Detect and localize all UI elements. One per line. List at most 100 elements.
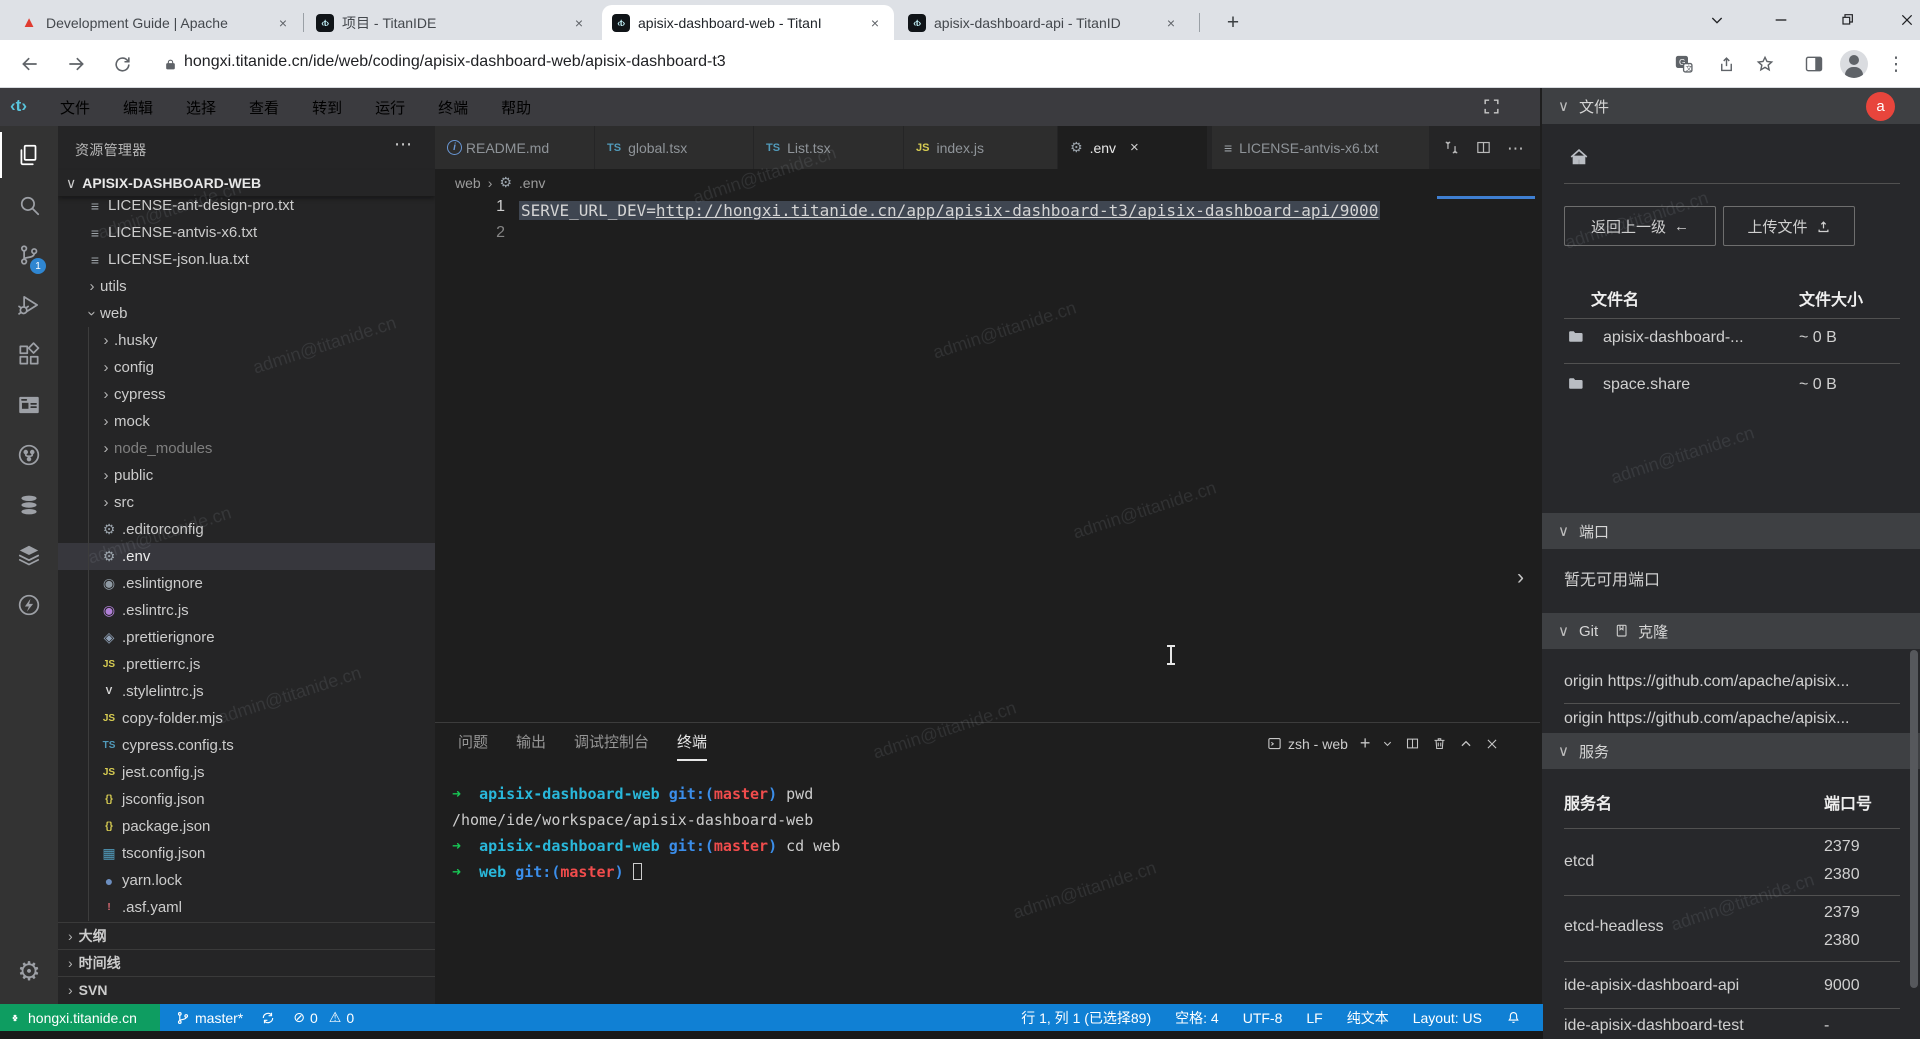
tab-close-icon[interactable]: × — [1162, 15, 1180, 31]
editor-tab-LICENSE-antvis-x6.txt[interactable]: ≡LICENSE-antvis-x6.txt — [1212, 126, 1430, 169]
terminal-dropdown-chevron-icon[interactable] — [1382, 738, 1393, 749]
browser-tab[interactable]: ‹t›apisix-dashboard-web - TitanI× — [602, 5, 894, 40]
tree-file-LICENSE-antvis-x6.txt[interactable]: ≡LICENSE-antvis-x6.txt — [58, 219, 435, 246]
section-ports-header[interactable]: ∨端口 — [1542, 513, 1920, 549]
editor-tab-index.js[interactable]: JSindex.js — [904, 126, 1058, 169]
sync-icon[interactable] — [261, 1011, 275, 1025]
tree-file-.eslintrc.js[interactable]: ◉.eslintrc.js — [58, 597, 435, 624]
tree-file-package.json[interactable]: {}package.json — [58, 813, 435, 840]
tree-file-.prettierignore[interactable]: ◈.prettierignore — [58, 624, 435, 651]
kill-terminal-trash-icon[interactable] — [1432, 736, 1447, 751]
browser-tab[interactable]: ▲Development Guide | Apache× — [10, 5, 302, 40]
tree-file-yarn.lock[interactable]: ●yarn.lock — [58, 867, 435, 894]
git-remote-row[interactable]: origin https://github.com/apache/apisix.… — [1564, 673, 1850, 691]
file-row-name[interactable]: apisix-dashboard-... — [1603, 329, 1744, 347]
editor-tab-global.tsx[interactable]: TSglobal.tsx — [595, 126, 754, 169]
menu-item[interactable]: 编辑 — [119, 95, 157, 120]
menu-item[interactable]: 转到 — [308, 95, 346, 120]
back-icon[interactable] — [18, 52, 42, 76]
language-mode-status[interactable]: 纯文本 — [1347, 1008, 1389, 1028]
tab-search-icon[interactable] — [1700, 4, 1734, 36]
eol-status[interactable]: LF — [1306, 1010, 1322, 1026]
tree-file-LICENSE-ant-design-pro.txt[interactable]: ≡LICENSE-ant-design-pro.txt — [58, 192, 435, 219]
editor-tab-README.md[interactable]: i README.md — [435, 126, 595, 169]
terminal-output[interactable]: ➜ apisix-dashboard-web git:(master) pwd/… — [452, 781, 840, 885]
breadcrumb-folder[interactable]: web — [455, 175, 481, 191]
tree-file-tsconfig.json[interactable]: ▦tsconfig.json — [58, 840, 435, 867]
activity-lightning-icon[interactable] — [0, 580, 58, 630]
service-row-name[interactable]: etcd-headless — [1564, 918, 1664, 936]
tree-file-.env[interactable]: ⚙.env — [58, 543, 435, 570]
forward-icon[interactable] — [64, 52, 88, 76]
tree-folder-src[interactable]: ›src — [58, 489, 435, 516]
reload-icon[interactable] — [110, 52, 134, 76]
open-changes-icon[interactable] — [1443, 139, 1460, 156]
panel-expand-chevron-icon[interactable]: › — [1517, 566, 1524, 590]
browser-menu-kebab-icon[interactable]: ⋮ — [1884, 52, 1908, 76]
sidebar-pane-大纲[interactable]: ›大纲 — [58, 922, 435, 949]
upload-file-button[interactable]: 上传文件 — [1723, 206, 1855, 246]
service-row-name[interactable]: ide-apisix-dashboard-test — [1564, 1017, 1744, 1035]
menu-item[interactable]: 查看 — [245, 95, 283, 120]
bookmark-star-icon[interactable] — [1753, 52, 1777, 76]
cursor-position-status[interactable]: 行 1, 列 1 (已选择89) — [1021, 1008, 1151, 1028]
remote-indicator[interactable]: hongxi.titanide.cn — [0, 1004, 160, 1031]
panel-tab-输出[interactable]: 输出 — [516, 731, 546, 761]
section-git-header[interactable]: ∨Git克隆 — [1542, 613, 1920, 649]
editor-tab-List.tsx[interactable]: TSList.tsx — [754, 126, 904, 169]
side-panel-icon[interactable] — [1802, 52, 1826, 76]
user-avatar[interactable]: a — [1866, 92, 1895, 121]
menu-item[interactable]: 终端 — [434, 95, 472, 120]
service-row-name[interactable]: etcd — [1564, 853, 1594, 871]
panel-tab-调试控制台[interactable]: 调试控制台 — [574, 731, 649, 761]
fullscreen-icon[interactable] — [1482, 97, 1501, 116]
tree-file-.editorconfig[interactable]: ⚙.editorconfig — [58, 516, 435, 543]
tree-file-.stylelintrc.js[interactable]: V.stylelintrc.js — [58, 678, 435, 705]
tree-file-.prettierrc.js[interactable]: JS.prettierrc.js — [58, 651, 435, 678]
new-tab-button[interactable]: + — [1218, 8, 1248, 38]
tree-folder-utils[interactable]: ›utils — [58, 273, 435, 300]
panel-tab-终端[interactable]: 终端 — [677, 731, 707, 761]
menu-item[interactable]: 选择 — [182, 95, 220, 120]
address-bar[interactable]: hongxi.titanide.cn/ide/web/coding/apisix… — [184, 53, 726, 71]
tab-close-icon[interactable]: × — [570, 15, 588, 31]
activity-preview-icon[interactable] — [0, 380, 58, 430]
git-clone-label[interactable]: 克隆 — [1638, 621, 1668, 642]
sidebar-more-icon[interactable]: ⋯ — [394, 134, 412, 155]
activity-layers-icon[interactable] — [0, 530, 58, 580]
translate-icon[interactable]: G文 — [1672, 52, 1696, 76]
activity-source-control-icon[interactable]: 1 — [0, 230, 58, 280]
notifications-bell-icon[interactable] — [1506, 1010, 1521, 1025]
panel-tab-问题[interactable]: 问题 — [458, 731, 488, 761]
tree-file-.eslintignore[interactable]: ◉.eslintignore — [58, 570, 435, 597]
activity-search-icon[interactable] — [0, 180, 58, 230]
sidebar-pane-SVN[interactable]: ›SVN — [58, 976, 435, 1003]
browser-tab[interactable]: ‹t›apisix-dashboard-api - TitanID× — [898, 5, 1190, 40]
window-minimize-button[interactable] — [1764, 4, 1798, 36]
keyboard-layout-status[interactable]: Layout: US — [1413, 1010, 1482, 1026]
tree-folder-web[interactable]: ›web — [58, 300, 435, 327]
maximize-panel-chevron-icon[interactable] — [1459, 737, 1473, 751]
editor-tab-.env[interactable]: ⚙.env× — [1058, 126, 1208, 169]
menu-item[interactable]: 文件 — [56, 95, 94, 120]
activity-extensions-icon[interactable] — [0, 330, 58, 380]
editor-more-actions-icon[interactable]: ⋯ — [1507, 139, 1524, 159]
problems-status[interactable]: ⊘0⚠0 — [293, 1009, 354, 1026]
tree-folder-node_modules[interactable]: ›node_modules — [58, 435, 435, 462]
menu-item[interactable]: 帮助 — [497, 95, 535, 120]
section-files-header[interactable]: ∨文件a — [1542, 88, 1920, 124]
home-icon[interactable] — [1568, 146, 1590, 168]
shell-selector[interactable]: zsh - web — [1267, 736, 1348, 752]
split-editor-icon[interactable] — [1475, 139, 1492, 156]
activity-database-icon[interactable] — [0, 480, 58, 530]
activity-run-debug-icon[interactable] — [0, 280, 58, 330]
menu-item[interactable]: 运行 — [371, 95, 409, 120]
activity-explorer-icon[interactable] — [0, 130, 58, 180]
tab-close-icon[interactable]: × — [866, 15, 884, 31]
close-icon[interactable]: × — [1130, 139, 1139, 156]
tree-folder-public[interactable]: ›public — [58, 462, 435, 489]
tree-file-cypress.config.ts[interactable]: TScypress.config.ts — [58, 732, 435, 759]
section-services-header[interactable]: ∨服务 — [1542, 733, 1920, 769]
titanide-logo[interactable]: ‹t› — [10, 96, 27, 116]
sidebar-pane-时间线[interactable]: ›时间线 — [58, 949, 435, 976]
